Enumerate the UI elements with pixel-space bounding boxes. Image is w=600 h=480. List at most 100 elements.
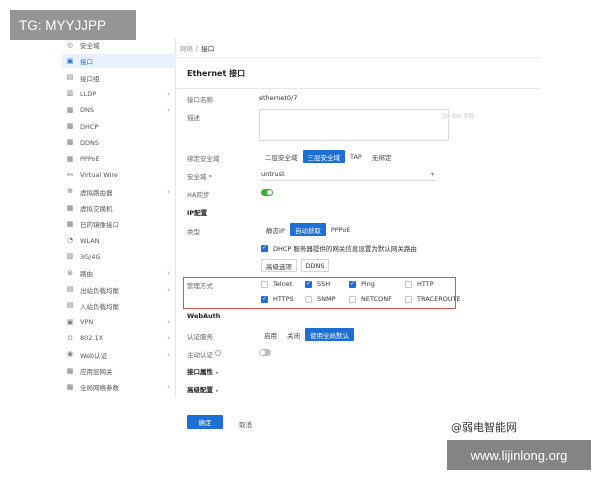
sidebar-item-label: 虚拟交换机 <box>80 205 113 213</box>
sidebar-item[interactable]: ⚯ Virtual Wire <box>62 168 176 182</box>
sidebar-item-label: 接口 <box>80 58 93 67</box>
ip-type-option[interactable]: 静态IP <box>261 223 290 236</box>
outbound-lb-icon: ▤ <box>66 285 74 293</box>
sidebar-item-label: DNS <box>80 106 94 115</box>
virtual-router-icon: ⊕ <box>67 187 73 196</box>
sidebar-item[interactable]: ▦ DDNS <box>62 136 176 150</box>
sidebar-item-label: 虚拟路由器 <box>80 188 113 197</box>
sidebar-item[interactable]: ▦ 全局网络参数 › <box>62 380 176 394</box>
zone-select[interactable]: untrust ▾ <box>261 168 436 181</box>
caret-right-icon: ▸ <box>216 388 219 394</box>
auth-service-segmented: 启用 关闭 使用全局默认 <box>259 328 354 341</box>
web-auth-icon: ◉ <box>66 350 74 359</box>
divider <box>177 88 540 89</box>
dhcp-default-gateway-checkbox[interactable]: ✓ DHCP 服务器提供的网关信息设置为默认网关路由 <box>261 243 417 253</box>
help-icon[interactable]: ? <box>215 350 221 356</box>
chevron-right-icon: › <box>167 334 170 343</box>
checkbox-checked-icon: ✓ <box>261 244 268 252</box>
sidebar-item[interactable]: ◎ 安全域 <box>62 38 176 52</box>
description-textarea[interactable] <box>259 109 449 141</box>
sidebar-item[interactable]: ▦ 虚拟交换机 <box>62 201 176 215</box>
ha-sync-label: HA同步 <box>187 191 210 199</box>
sidebar-item[interactable]: ◉ Web认证 › <box>62 348 176 362</box>
sidebar-item[interactable]: ⊛ 路由 › <box>62 266 176 280</box>
inbound-lb-icon: ▤ <box>66 301 74 310</box>
sidebar-item-label: 日的镜像接口 <box>80 221 119 230</box>
sidebar-item[interactable]: ▤ 接口组 <box>62 71 176 85</box>
sidebar-item[interactable]: ▣ 接口 <box>62 54 176 69</box>
chevron-right-icon: › <box>167 106 170 115</box>
sidebar-item-label: Web认证 <box>80 351 108 360</box>
auth-service-option[interactable]: 使用全局默认 <box>305 328 354 341</box>
route-icon: ⊛ <box>67 268 73 277</box>
ddns-button[interactable]: DDNS <box>301 259 329 272</box>
breadcrumb-parent[interactable]: 网络 <box>180 43 193 53</box>
sidebar-item[interactable]: ▦ PPPoE <box>62 152 176 166</box>
ip-type-segmented: 静态IP 自动获取 PPPoE <box>261 223 355 236</box>
sidebar-item[interactable]: ⊙ 802.1X › <box>62 331 176 345</box>
advanced-options-button[interactable]: 高级选项 <box>261 259 297 272</box>
active-auth-toggle[interactable] <box>259 349 271 356</box>
interface-name-value: ethernet0/7 <box>259 94 298 102</box>
sidebar-item-label: 应用层网关 <box>80 368 113 376</box>
sidebar-item-label: LLDP <box>80 89 97 98</box>
sidebar-item-label: 3G/4G <box>80 252 101 261</box>
sidebar-item[interactable]: ◔ WLAN <box>62 234 176 248</box>
dot1x-icon: ⊙ <box>67 333 73 342</box>
description-label: 描述 <box>187 114 200 122</box>
sidebar-item-label: 入站负载均衡 <box>80 302 119 311</box>
sidebar-item[interactable]: ▥ 3G/4G <box>62 250 176 264</box>
ddns-icon: ▦ <box>66 138 74 147</box>
sidebar-item[interactable]: ▤ 入站负载均衡 <box>62 299 176 313</box>
binding-zone-segmented: 二层安全域 三层安全域 TAP 无绑定 <box>260 150 396 163</box>
sidebar-item[interactable]: ▤ 出站负载均衡 › <box>62 283 176 297</box>
chevron-right-icon: › <box>167 318 170 327</box>
sidebar-item-label: DDNS <box>80 138 99 147</box>
mirror-interface-icon: ▦ <box>66 219 74 228</box>
chevron-right-icon: › <box>167 269 170 278</box>
vpn-icon: ▣ <box>66 317 74 326</box>
advanced-config-expander[interactable]: 高级配置 ▸ <box>187 384 219 394</box>
ha-sync-toggle[interactable] <box>261 189 273 196</box>
dns-icon: ▦ <box>66 105 74 114</box>
dhcp-icon: ▦ <box>66 122 74 130</box>
sidebar-item[interactable]: ▦ 日的镜像接口 <box>62 217 176 231</box>
binding-zone-option[interactable]: TAP <box>345 150 367 163</box>
auth-service-option[interactable]: 启用 <box>259 328 282 341</box>
sidebar-item-label: 路由 <box>80 270 93 279</box>
ok-button[interactable]: 确定 <box>187 415 223 429</box>
auth-service-option[interactable]: 关闭 <box>282 328 305 341</box>
sidebar-item[interactable]: ▥ LLDP › <box>62 87 176 101</box>
breadcrumb: 网络 / 接口 <box>177 38 540 58</box>
sidebar-item-label: 接口组 <box>80 74 100 83</box>
advanced-config-label: 高级配置 <box>187 386 213 394</box>
ip-type-option[interactable]: 自动获取 <box>289 223 326 236</box>
highlight-box <box>183 277 456 309</box>
sidebar-item[interactable]: ▦ DHCP <box>62 120 176 134</box>
ip-type-option[interactable]: PPPoE <box>326 223 356 236</box>
sidebar-item[interactable]: ▦ 应用层网关 <box>62 364 176 378</box>
chevron-right-icon: › <box>167 383 170 392</box>
alg-icon: ▦ <box>66 366 74 375</box>
breadcrumb-current: 接口 <box>201 44 215 53</box>
sidebar-item[interactable]: ▣ VPN › <box>62 315 176 329</box>
pppoe-icon: ▦ <box>66 154 74 163</box>
sidebar-item[interactable]: ⊕ 虚拟路由器 › <box>62 185 176 199</box>
sidebar-item-label: VPN <box>80 318 94 327</box>
description-hint: (0~63) 字符 <box>442 114 475 120</box>
interface-properties-expander[interactable]: 接口属性 ▸ <box>187 366 219 376</box>
lldp-icon: ▥ <box>66 89 74 98</box>
sidebar-item-label: 802.1X <box>80 334 104 343</box>
interface-name-label: 接口名称 <box>187 96 213 104</box>
watermark-site-name: @弱电智能网 <box>451 421 517 434</box>
cellular-icon: ▥ <box>66 252 74 261</box>
main-content: 网络 / 接口 Ethernet 接口 接口名称 ethernet0/7 描述 … <box>177 38 540 438</box>
binding-zone-option[interactable]: 三层安全域 <box>302 150 345 163</box>
cancel-button[interactable]: 取消 <box>239 419 252 429</box>
binding-zone-option[interactable]: 无绑定 <box>367 150 397 163</box>
watermark-tag: TG: MYYJJPP <box>10 10 136 40</box>
sidebar-item[interactable]: ▦ DNS › <box>62 103 176 117</box>
globe-icon: ◎ <box>66 40 74 49</box>
binding-zone-option[interactable]: 二层安全域 <box>260 150 303 163</box>
chevron-down-icon: ▾ <box>430 170 434 178</box>
